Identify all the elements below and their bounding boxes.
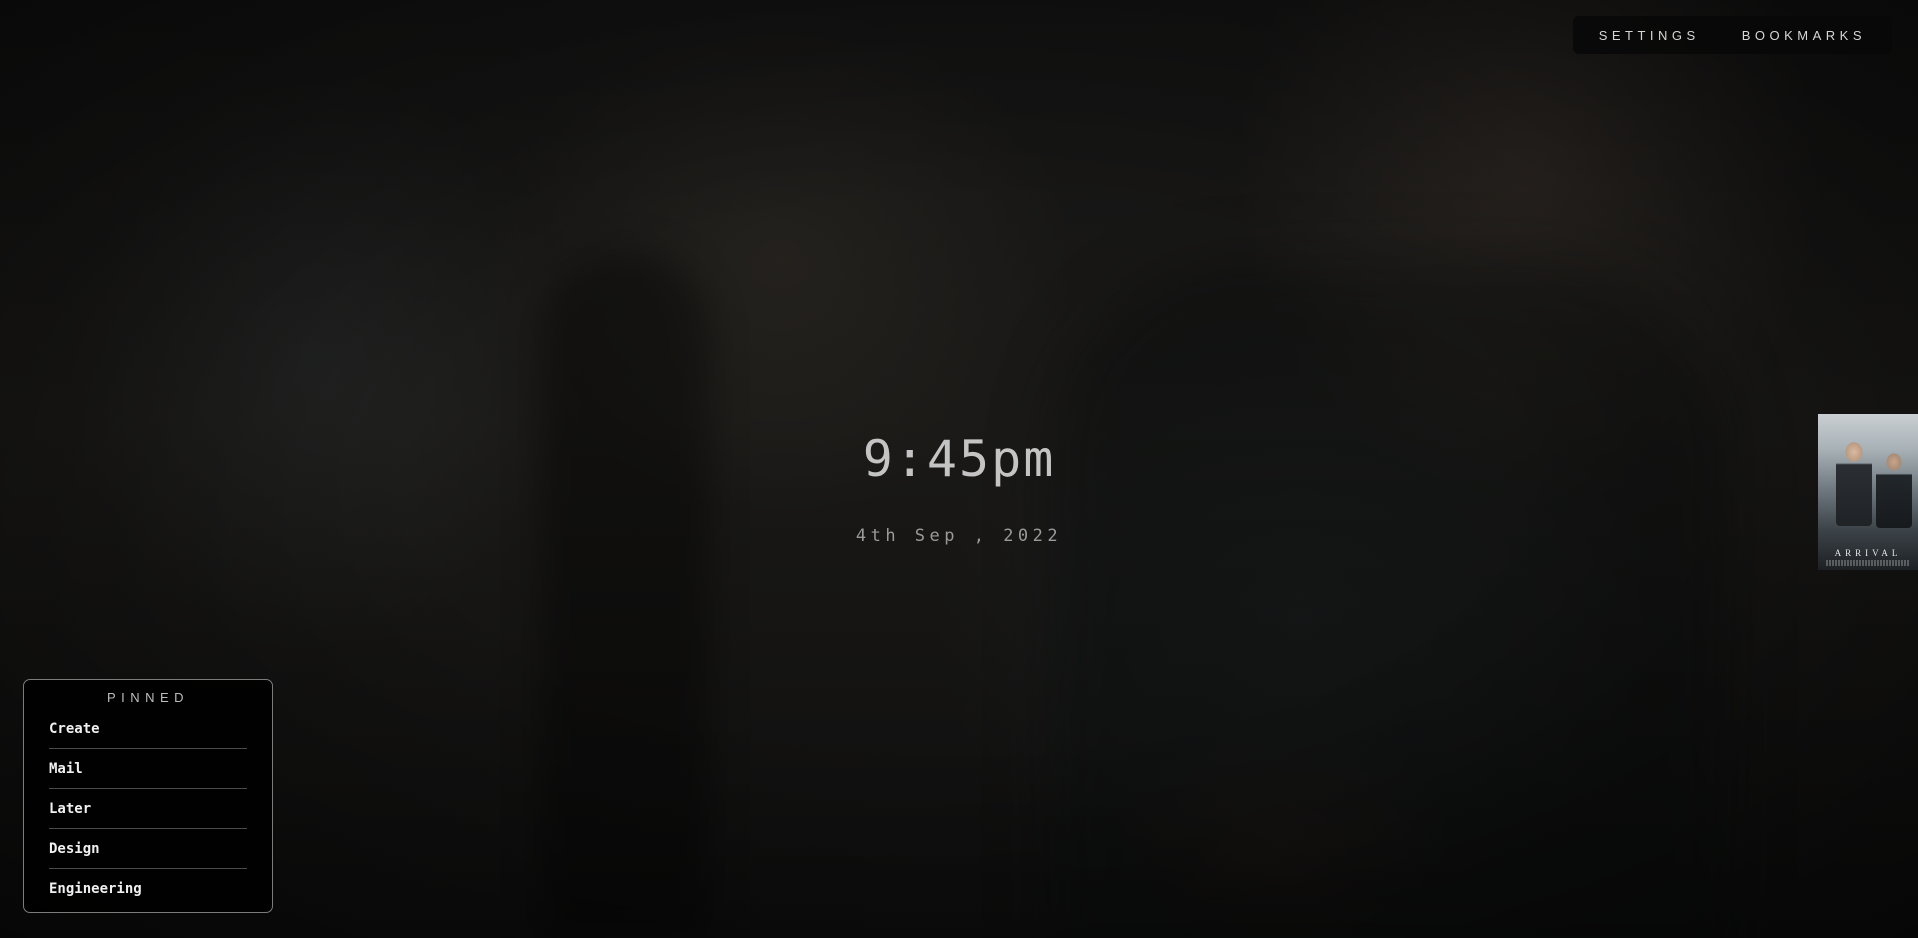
bookmarks-link[interactable]: BOOKMARKS [1742,28,1866,43]
poster-figure-man [1876,448,1912,528]
clock-time: 9:45pm [862,430,1056,488]
pinned-item-engineering[interactable]: Engineering [49,869,247,909]
top-nav: SETTINGS BOOKMARKS [1572,16,1892,54]
poster-figure-woman [1836,436,1872,526]
clock-date: 4th Sep , 2022 [855,526,1063,546]
poster-credits [1826,560,1910,566]
pinned-title: PINNED [106,690,190,705]
pinned-item-design[interactable]: Design [49,829,247,869]
pinned-panel: PINNED Create Mail Later Design Engineer… [23,679,273,913]
new-tab-page: SETTINGS BOOKMARKS 9:45pm 4th Sep , 2022… [0,0,1918,938]
movie-poster[interactable]: ARRIVAL [1818,414,1918,570]
poster-title: ARRIVAL [1834,548,1902,558]
pinned-item-later[interactable]: Later [49,789,247,829]
pinned-list: Create Mail Later Design Engineering [49,709,247,909]
pinned-item-create[interactable]: Create [49,709,247,749]
pinned-item-mail[interactable]: Mail [49,749,247,789]
settings-link[interactable]: SETTINGS [1599,28,1700,43]
